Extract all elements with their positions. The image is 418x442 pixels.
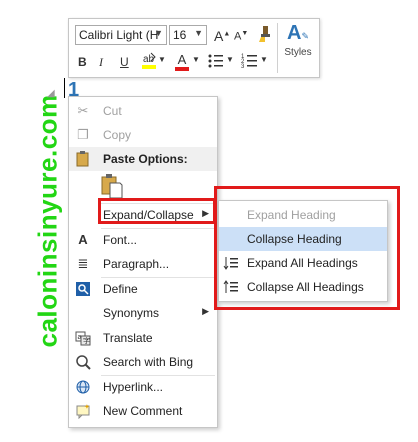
scissors-icon: ✂ — [77, 103, 89, 118]
svg-text:✦: ✦ — [84, 403, 90, 411]
mini-toolbar: Calibri Light (H ▼ 16 ▼ A▲ A▼ A✎ Styles … — [68, 18, 320, 78]
brush-icon — [259, 26, 270, 42]
paste-keep-text-button[interactable] — [101, 173, 123, 199]
paste-options-header: Paste Options: — [69, 147, 217, 171]
chevron-down-icon[interactable]: ▼ — [158, 55, 166, 64]
define-icon — [75, 281, 91, 297]
font-icon: A — [78, 232, 88, 247]
highlight-box-submenu — [214, 186, 400, 310]
menu-item-hyperlink[interactable]: Hyperlink... — [69, 375, 217, 399]
grow-font-button[interactable]: A▲ — [214, 28, 230, 44]
menu-item-copy[interactable]: ❐ Copy — [69, 123, 217, 147]
font-name-value: Calibri Light (H — [79, 28, 159, 42]
text-cursor — [64, 78, 65, 98]
chevron-down-icon[interactable]: ▼ — [194, 28, 203, 38]
clipboard-icon — [75, 151, 91, 167]
context-menu: ✂ Cut ❐ Copy Paste Options: Expand/Colla… — [68, 96, 218, 428]
search-icon — [75, 354, 91, 370]
svg-text:字: 字 — [83, 336, 90, 345]
bold-button[interactable]: B — [78, 55, 87, 69]
numbering-button[interactable]: 123 — [241, 52, 257, 70]
copy-icon: ❐ — [77, 127, 89, 142]
link-icon — [75, 379, 91, 395]
menu-item-font[interactable]: A Font... — [69, 228, 217, 252]
chevron-down-icon[interactable]: ▼ — [260, 55, 268, 64]
submenu-arrow-icon: ▶ — [202, 306, 209, 316]
underline-button[interactable]: U — [120, 55, 129, 69]
font-color-icon: A — [177, 52, 187, 67]
translate-icon: a字 — [75, 330, 91, 346]
menu-item-new-comment[interactable]: ✦ New Comment — [69, 399, 217, 423]
font-name-box[interactable]: Calibri Light (H ▼ — [75, 25, 167, 45]
italic-button[interactable]: I — [99, 55, 103, 70]
comment-icon: ✦ — [75, 403, 91, 420]
styles-button[interactable]: A✎ Styles — [283, 22, 313, 58]
shrink-font-button[interactable]: A▼ — [234, 30, 248, 43]
highlight-box-expand-collapse — [98, 198, 216, 224]
styles-icon: A — [287, 22, 302, 44]
highlight-button[interactable]: ab — [141, 51, 157, 71]
chevron-down-icon[interactable]: ▼ — [154, 28, 163, 38]
format-painter-button[interactable] — [255, 25, 273, 43]
chevron-down-icon[interactable]: ▼ — [226, 55, 234, 64]
menu-item-define[interactable]: Define — [69, 277, 217, 301]
styles-label: Styles — [284, 47, 312, 58]
font-size-value: 16 — [173, 28, 187, 42]
paragraph-icon: ≣ — [77, 256, 89, 271]
menu-item-paragraph[interactable]: ≣ Paragraph... — [69, 252, 217, 276]
chevron-down-icon[interactable]: ▼ — [192, 55, 200, 64]
grow-font-icon: A — [214, 28, 224, 44]
svg-text:3: 3 — [241, 64, 245, 70]
font-color-button[interactable]: A — [175, 52, 189, 72]
menu-item-search-with-bing[interactable]: Search with Bing — [69, 350, 217, 374]
numbered-list-icon: 123 — [241, 54, 257, 70]
highlighter-icon: ab — [142, 52, 156, 69]
menu-item-synonyms[interactable]: Synonyms ▶ — [69, 301, 217, 325]
menu-item-cut[interactable]: ✂ Cut — [69, 99, 217, 123]
menu-item-translate[interactable]: a字 Translate — [69, 326, 217, 350]
collapse-triangle-icon[interactable]: ◢ — [47, 88, 55, 99]
font-size-box[interactable]: 16 ▼ — [169, 25, 207, 45]
paste-clipboard-icon — [101, 174, 123, 199]
bullet-list-icon — [208, 54, 223, 68]
watermark-text: caloninsinyure.com — [32, 94, 63, 348]
bullets-button[interactable] — [207, 52, 223, 70]
